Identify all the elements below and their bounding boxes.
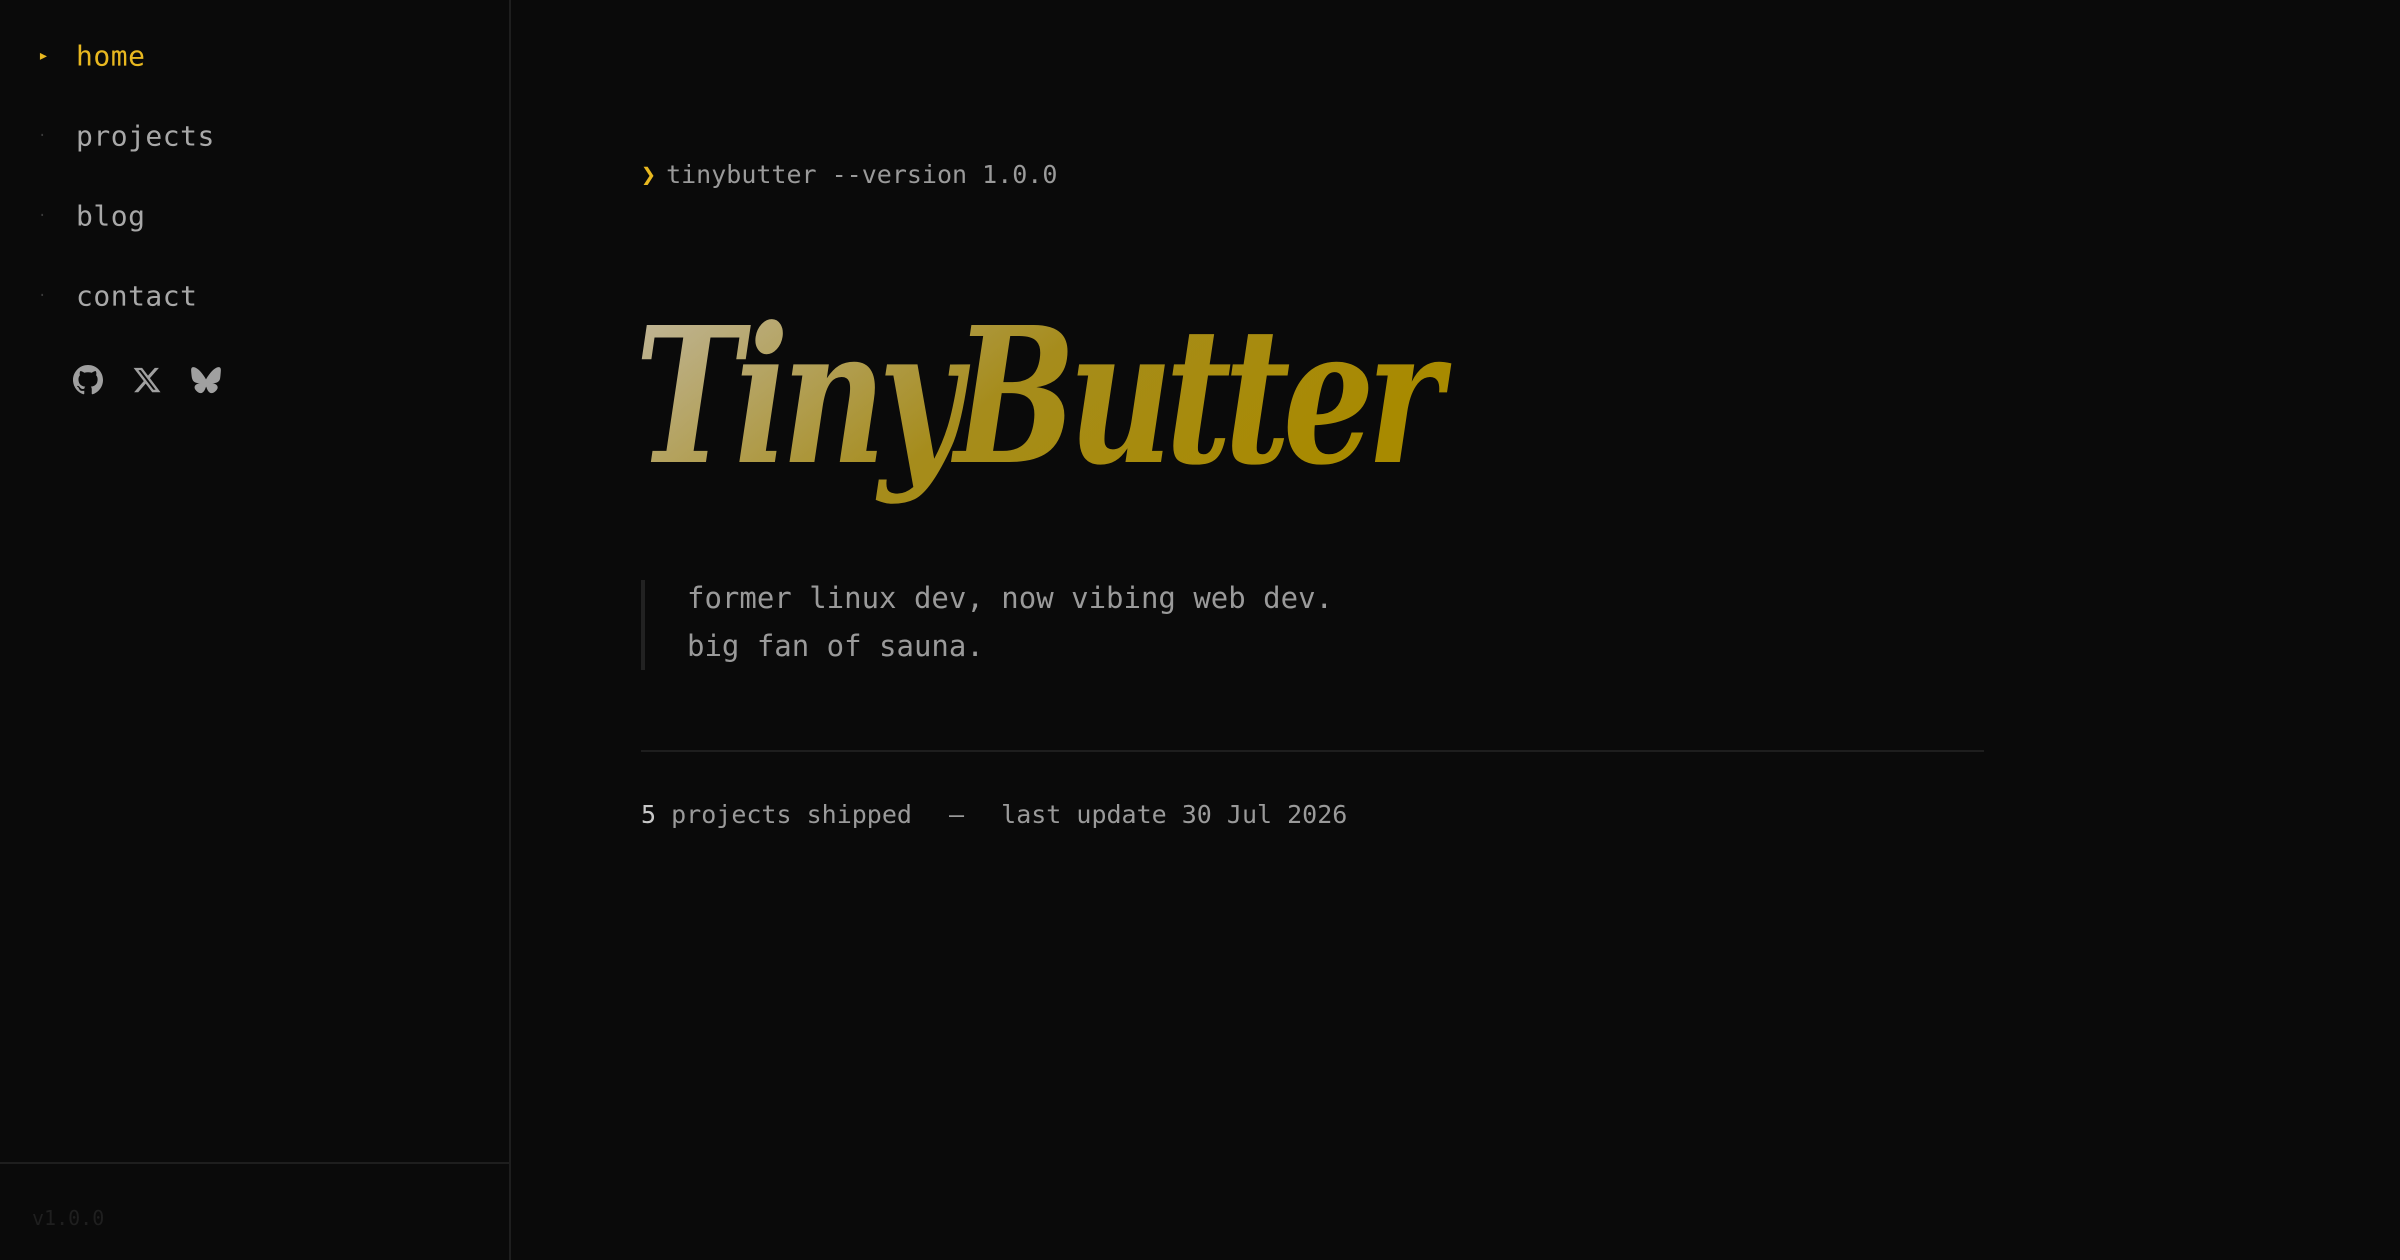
- x-icon: [133, 367, 161, 393]
- bio-line: former linux dev, now vibing web dev.: [687, 581, 1334, 615]
- version-prompt: ❯ tinybutter --version 1.0.0: [641, 160, 1057, 189]
- nav-item-label: contact: [76, 279, 198, 313]
- bullet-icon: ·: [38, 208, 47, 224]
- bluesky-icon: [191, 367, 221, 394]
- projects-count: 5: [641, 800, 657, 829]
- nav-item-label: projects: [76, 119, 215, 153]
- divider: [641, 750, 1984, 752]
- bluesky-link[interactable]: [190, 364, 222, 396]
- prompt-caret-icon: ❯: [641, 160, 657, 189]
- hero-title: TinyButter: [631, 280, 1462, 520]
- projects-count-label: projects shipped: [671, 800, 912, 829]
- bio-line: big fan of sauna.: [687, 629, 984, 663]
- sidebar: ▸ home · projects · blog · contact v1.0.…: [0, 0, 511, 1260]
- nav-item-label: home: [76, 39, 146, 73]
- version-label: v1.0.0: [32, 1206, 105, 1230]
- nav-item-contact[interactable]: · contact: [0, 266, 509, 326]
- bullet-icon: ·: [38, 128, 47, 144]
- nav-item-home[interactable]: ▸ home: [0, 26, 509, 86]
- nav-item-blog[interactable]: · blog: [0, 186, 509, 246]
- sidebar-footer: v1.0.0: [0, 1162, 509, 1260]
- github-icon: [73, 365, 103, 395]
- hero-title-graphic: TinyButter: [635, 286, 1462, 507]
- bio-quote: former linux dev, now vibing web dev. bi…: [641, 580, 1333, 670]
- active-marker-icon: ▸: [38, 45, 49, 66]
- github-link[interactable]: [72, 364, 104, 396]
- nav-item-projects[interactable]: · projects: [0, 106, 509, 166]
- prompt-command: tinybutter --version 1.0.0: [666, 160, 1058, 189]
- last-update: last update 30 Jul 2026: [1001, 800, 1348, 829]
- nav-item-label: blog: [76, 199, 146, 233]
- bullet-icon: ·: [38, 288, 47, 304]
- x-link[interactable]: [131, 364, 163, 396]
- stats-line: 5 projects shipped — last update 30 Jul …: [641, 800, 1347, 829]
- stats-separator: —: [949, 800, 965, 829]
- main-content: ❯ tinybutter --version 1.0.0 TinyButter f…: [513, 0, 2400, 1260]
- social-links: [72, 364, 222, 396]
- hero-title-text: TinyButter: [635, 286, 1452, 507]
